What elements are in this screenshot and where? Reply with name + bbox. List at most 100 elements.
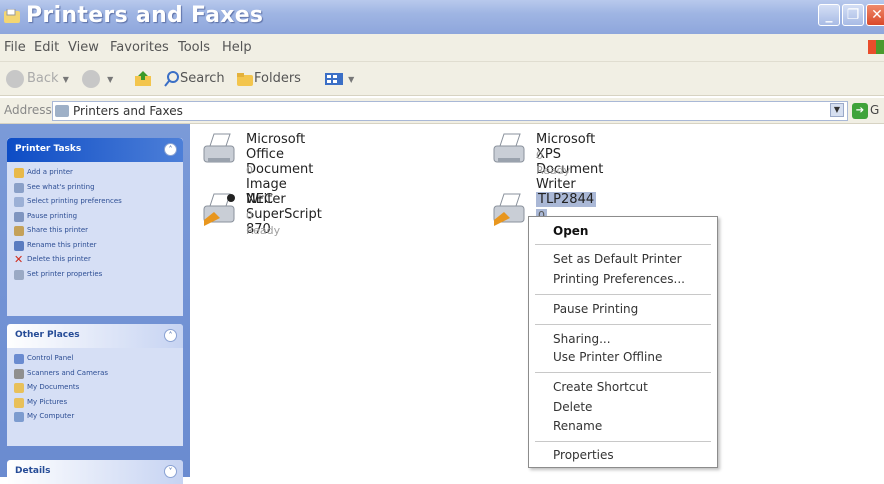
back-button[interactable]: Back ▼ <box>6 68 69 90</box>
add-printer-icon <box>14 168 24 178</box>
task-pane: Printer Tasks ˄ Add a printer See what's… <box>0 124 190 484</box>
menu-properties[interactable]: Properties <box>553 448 614 462</box>
menu-tools[interactable]: Tools <box>178 40 210 55</box>
menu-view[interactable]: View <box>68 40 99 55</box>
chevron-down-icon: ▼ <box>348 75 355 84</box>
folders-button[interactable]: Folders <box>236 68 301 90</box>
printer-icon <box>203 133 235 163</box>
minimize-icon: _ <box>825 7 833 23</box>
menu-bar: File Edit View Favorites Tools Help <box>0 34 884 62</box>
task-pause-printing[interactable]: Pause printing <box>7 210 183 225</box>
forward-arrow-icon <box>82 69 100 88</box>
maximize-button[interactable]: ❐ <box>842 4 864 26</box>
menu-separator <box>535 324 711 325</box>
task-printer-properties[interactable]: Set printer properties <box>7 268 183 283</box>
menu-sharing[interactable]: Sharing... <box>553 332 611 346</box>
place-my-documents[interactable]: My Documents <box>7 381 183 396</box>
up-folder-button[interactable] <box>134 68 152 90</box>
menu-edit[interactable]: Edit <box>34 40 59 55</box>
forward-button[interactable]: ▼ <box>82 68 113 90</box>
views-button[interactable]: ▼ <box>324 68 354 90</box>
pictures-folder-icon <box>14 397 24 408</box>
go-label[interactable]: G <box>870 103 879 117</box>
printer-tasks-title: Printer Tasks <box>15 144 82 154</box>
menu-use-printer-offline[interactable]: Use Printer Offline <box>553 350 662 364</box>
menu-separator <box>535 441 711 442</box>
documents-folder-icon <box>14 383 24 393</box>
close-icon: ✕ <box>871 7 883 23</box>
address-input[interactable]: Printers and Faxes <box>52 101 848 121</box>
camera-icon <box>14 368 24 379</box>
computer-icon <box>14 412 24 422</box>
pause-icon <box>14 211 24 222</box>
menu-separator <box>535 294 711 295</box>
chevron-down-icon: ▼ <box>62 75 69 84</box>
address-value: Printers and Faxes <box>73 104 183 118</box>
place-my-pictures[interactable]: My Pictures <box>7 396 183 411</box>
details-title: Details <box>15 466 51 476</box>
chevron-down-icon: ▼ <box>107 75 114 84</box>
up-folder-icon <box>135 70 151 86</box>
other-places-panel: Other Places ˄ Control Panel Scanners an… <box>7 324 183 446</box>
other-places-header[interactable]: Other Places ˄ <box>7 324 183 348</box>
rename-icon <box>14 240 24 251</box>
window-title: Printers and Faxes <box>26 3 264 28</box>
printer-status: Ready <box>246 224 281 237</box>
printer-status: Ready <box>536 164 571 177</box>
printer-icon <box>493 133 525 163</box>
details-header[interactable]: Details ˅ <box>7 460 183 484</box>
menu-separator <box>535 372 711 373</box>
collapse-icon[interactable]: ˄ <box>164 329 177 342</box>
printer-name: TLP2844 <box>536 192 597 207</box>
control-panel-icon <box>14 354 24 364</box>
search-button[interactable]: Search <box>164 68 225 90</box>
close-button[interactable]: ✕ <box>866 4 884 26</box>
address-dropdown-button[interactable]: ▼ <box>830 103 844 117</box>
menu-create-shortcut[interactable]: Create Shortcut <box>553 380 648 394</box>
menu-open[interactable]: Open <box>553 224 588 238</box>
printer-icon <box>203 193 235 226</box>
place-scanners-cameras[interactable]: Scanners and Cameras <box>7 367 183 382</box>
task-printing-preferences[interactable]: Select printing preferences <box>7 195 183 210</box>
share-icon <box>14 226 24 236</box>
printer-tasks-panel: Printer Tasks ˄ Add a printer See what's… <box>7 138 183 316</box>
views-grid-icon <box>325 72 343 85</box>
printer-doc-count: 0 <box>246 209 253 222</box>
task-see-printing[interactable]: See what's printing <box>7 181 183 196</box>
menu-help[interactable]: Help <box>222 40 252 55</box>
other-places-title: Other Places <box>15 330 80 340</box>
place-my-computer[interactable]: My Computer <box>7 410 183 425</box>
address-bar: Address Printers and Faxes ▼ ➔ G <box>0 98 884 124</box>
search-icon <box>164 70 179 87</box>
go-arrow-icon[interactable]: ➔ <box>852 103 868 119</box>
task-rename-printer[interactable]: Rename this printer <box>7 239 183 254</box>
toolbar: Back ▼ ▼ Search Folders ▼ <box>0 62 884 96</box>
menu-printing-preferences[interactable]: Printing Preferences... <box>553 272 685 286</box>
menu-file[interactable]: File <box>4 40 26 55</box>
title-bar: Printers and Faxes _ ❐ ✕ <box>0 0 884 34</box>
printer-doc-count: 0 <box>536 149 543 162</box>
collapse-icon[interactable]: ˄ <box>164 143 177 156</box>
address-label: Address <box>4 103 52 117</box>
expand-icon[interactable]: ˅ <box>164 465 177 478</box>
windows-logo-icon <box>868 40 884 54</box>
back-arrow-icon <box>6 69 24 88</box>
task-delete-printer[interactable]: ✕ Delete this printer <box>7 253 183 268</box>
task-share-printer[interactable]: Share this printer <box>7 224 183 239</box>
properties-icon <box>14 269 24 280</box>
menu-delete[interactable]: Delete <box>553 400 592 414</box>
menu-favorites[interactable]: Favorites <box>110 40 169 55</box>
printer-tasks-header[interactable]: Printer Tasks ˄ <box>7 138 183 162</box>
printer-name: Microsoft XPS Document Writer <box>536 132 604 192</box>
minimize-button[interactable]: _ <box>818 4 840 26</box>
menu-pause-printing[interactable]: Pause Printing <box>553 302 638 316</box>
preferences-icon <box>14 197 24 207</box>
context-menu: Open Set as Default Printer Printing Pre… <box>528 216 718 468</box>
print-queue-icon <box>14 182 24 193</box>
place-control-panel[interactable]: Control Panel <box>7 352 183 367</box>
menu-rename[interactable]: Rename <box>553 419 602 433</box>
printer-folder-icon <box>55 105 69 117</box>
delete-x-icon: ✕ <box>14 253 24 266</box>
menu-set-default-printer[interactable]: Set as Default Printer <box>553 252 682 266</box>
task-add-printer[interactable]: Add a printer <box>7 166 183 181</box>
